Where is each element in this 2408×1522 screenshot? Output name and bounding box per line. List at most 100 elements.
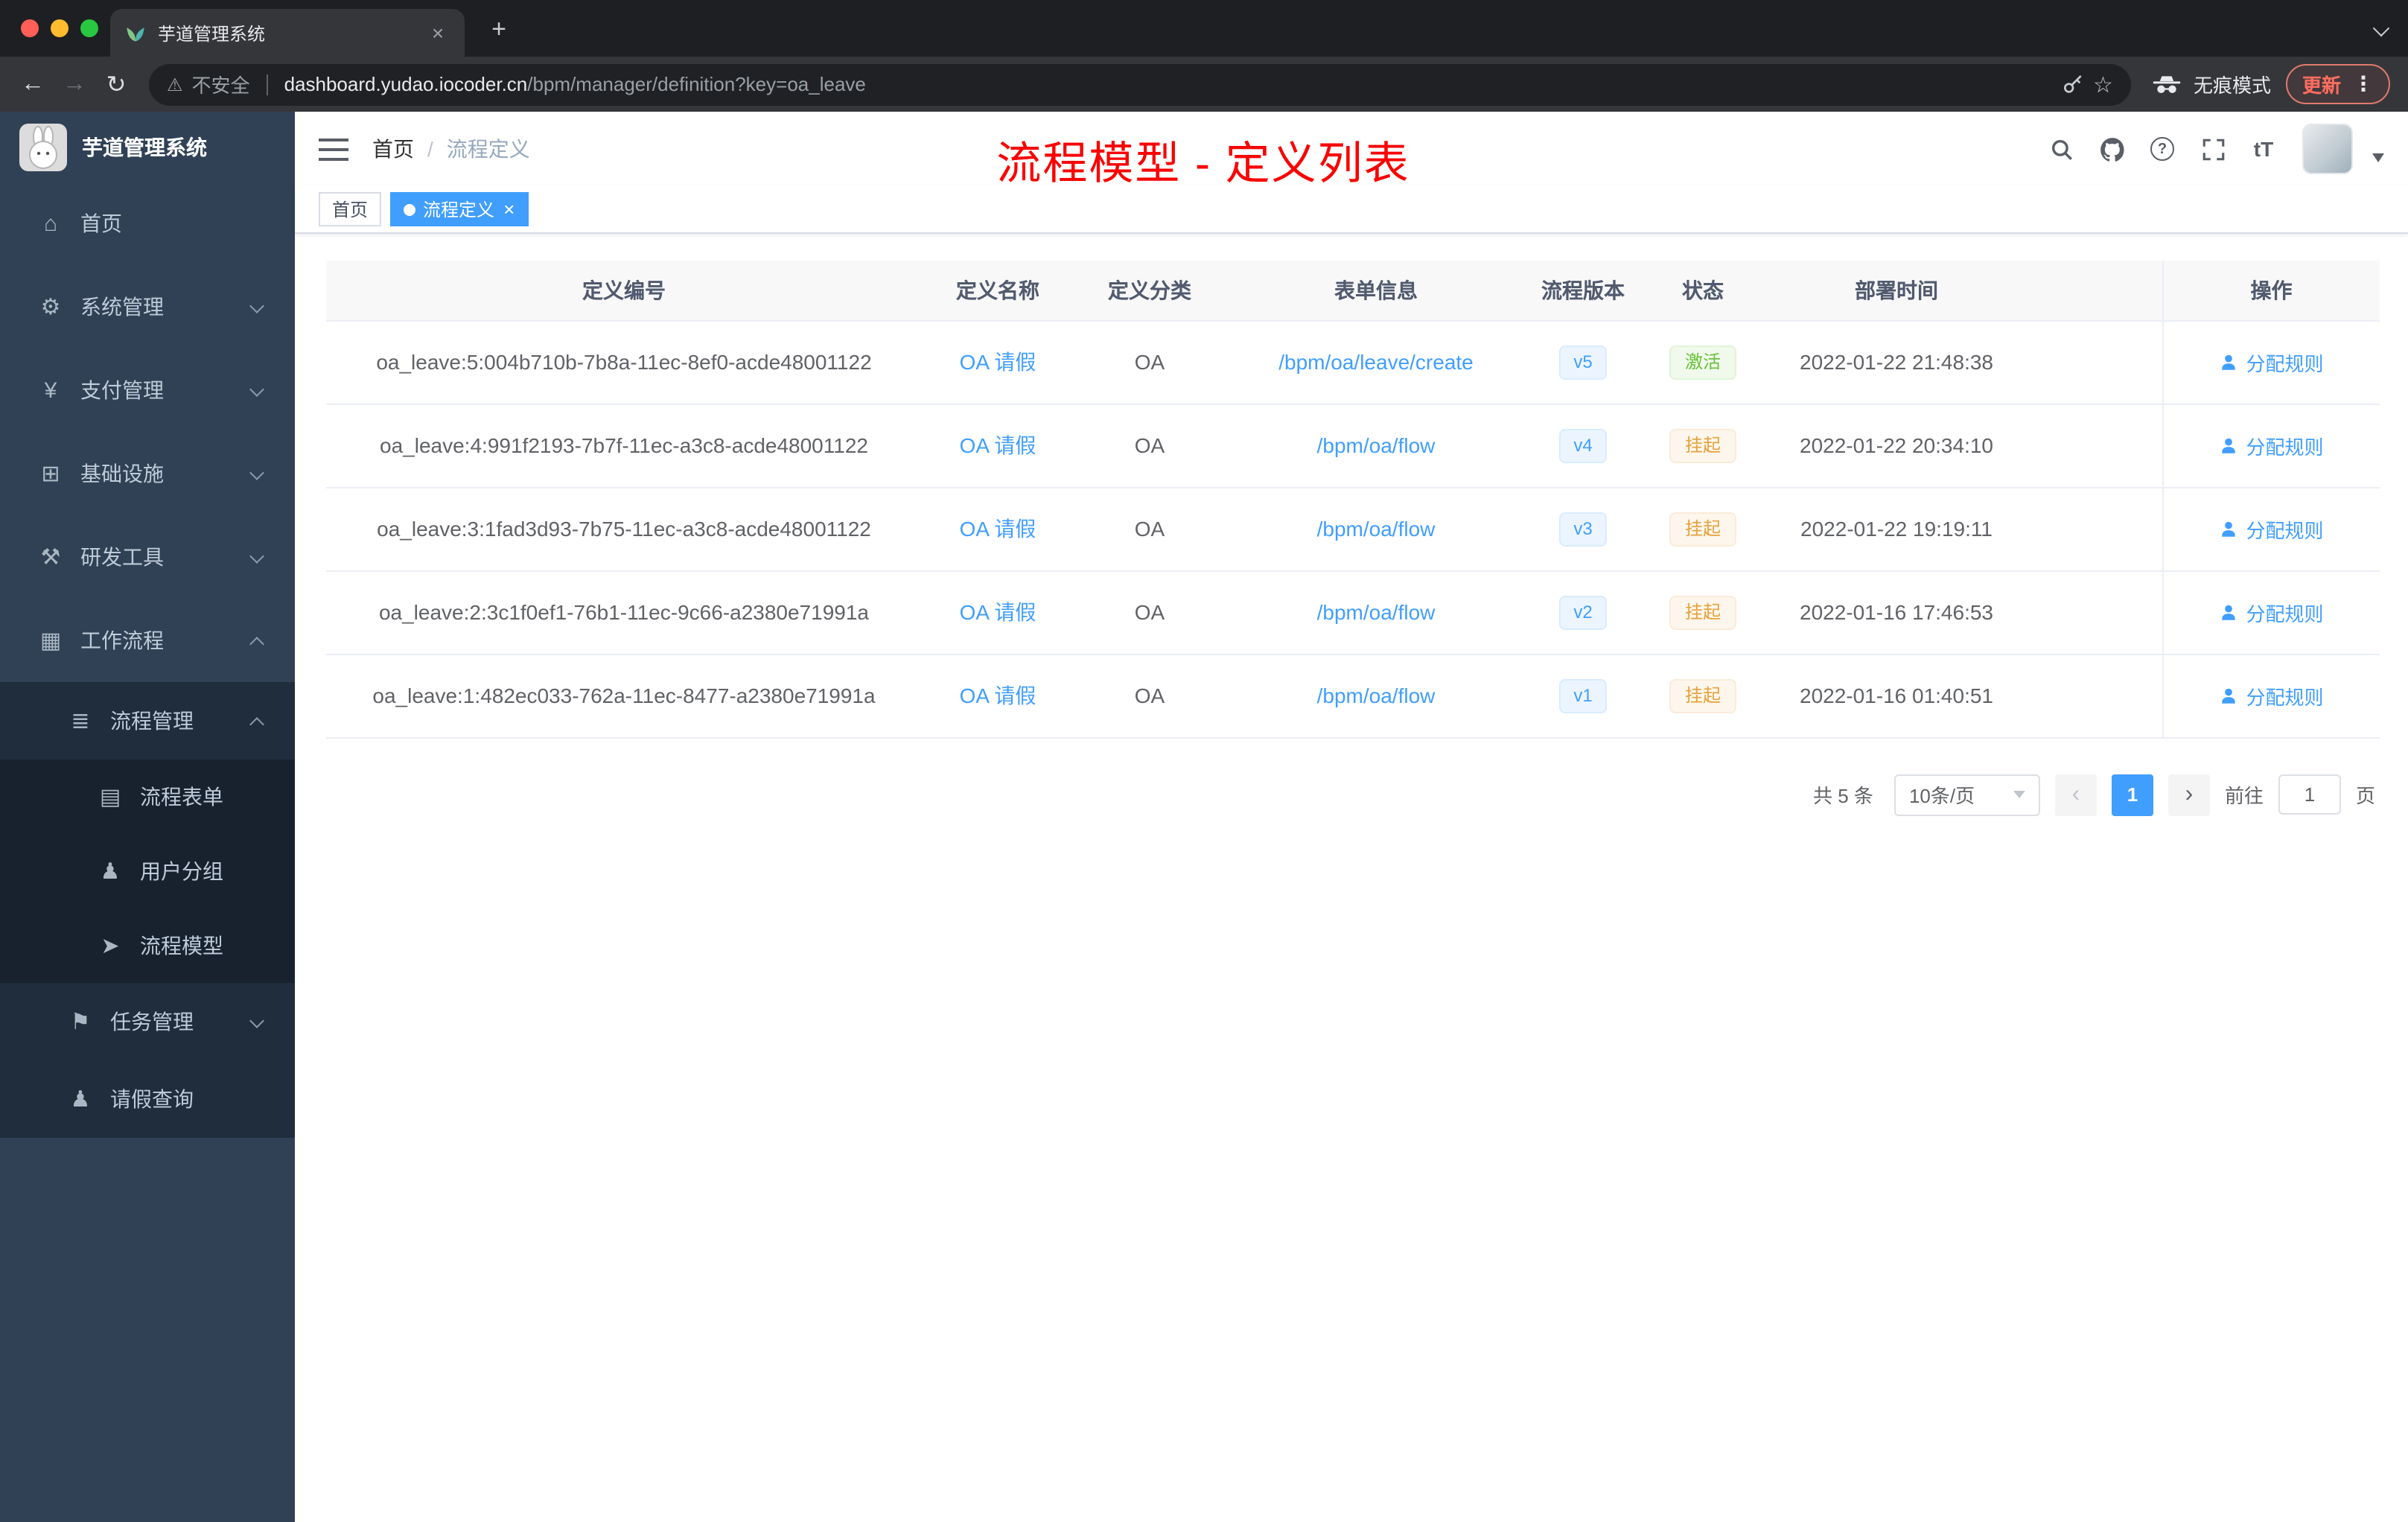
sidebar-item-process-model[interactable]: ➤ 流程模型 — [0, 908, 295, 983]
help-icon[interactable]: ? — [2143, 130, 2182, 168]
form-info-link[interactable]: /bpm/oa/flow — [1317, 600, 1436, 624]
chevron-down-icon — [249, 382, 264, 397]
sidebar-item-infrastructure[interactable]: ⊞ 基础设施 — [0, 432, 295, 515]
page-number-button[interactable]: 1 — [2111, 774, 2153, 815]
sidebar-item-label: 用户分组 — [140, 859, 223, 883]
breadcrumb-home[interactable]: 首页 — [372, 134, 414, 164]
sidebar-item-label: 基础设施 — [80, 462, 164, 485]
incognito-icon — [2152, 74, 2182, 95]
chevron-up-icon — [249, 717, 264, 732]
definition-id: oa_leave:2:3c1f0ef1-76b1-11ec-9c66-a2380… — [326, 570, 922, 655]
reload-button[interactable]: ↻ — [95, 63, 137, 105]
version-badge: v3 — [1558, 512, 1608, 546]
assign-rule-link[interactable]: 分配规则 — [2219, 348, 2324, 376]
minimize-window-button[interactable] — [51, 19, 69, 37]
hamburger-icon[interactable] — [319, 136, 348, 162]
assign-rule-link[interactable]: 分配规则 — [2219, 681, 2324, 710]
sidebar-logo[interactable]: 芋道管理系统 — [0, 112, 295, 182]
tag-close-icon[interactable]: × — [503, 198, 515, 220]
search-icon[interactable] — [2042, 130, 2080, 168]
sidebar-item-devtools[interactable]: ⚒ 研发工具 — [0, 515, 295, 599]
sidebar-item-system[interactable]: ⚙ 系统管理 — [0, 265, 295, 348]
form-info-link[interactable]: /bpm/oa/flow — [1317, 684, 1436, 707]
update-chip[interactable]: 更新 ⋮ — [2285, 64, 2390, 104]
user-avatar[interactable] — [2304, 125, 2351, 173]
tag-home[interactable]: 首页 — [319, 192, 382, 226]
sidebar-item-label: 工作流程 — [80, 628, 164, 652]
maximize-window-button[interactable] — [80, 19, 98, 37]
definition-name-link[interactable]: OA 请假 — [960, 517, 1036, 541]
definition-category: OA — [1074, 320, 1226, 404]
sidebar-item-label: 流程管理 — [110, 709, 194, 733]
chevron-down-icon — [249, 299, 264, 313]
deploy-time: 2022-01-22 20:34:10 — [1766, 404, 2027, 488]
sidebar-item-label: 首页 — [80, 211, 122, 235]
close-window-button[interactable] — [21, 19, 39, 37]
sidebar-item-workflow[interactable]: ▦ 工作流程 — [0, 599, 295, 682]
avatar-caret-icon[interactable] — [2372, 153, 2384, 162]
col-status: 状态 — [1640, 261, 1766, 321]
next-page-button[interactable]: › — [2167, 774, 2210, 815]
user-icon — [2222, 437, 2236, 453]
address-bar[interactable]: ⚠ 不安全 dashboard.yudao.iocoder.cn/bpm/man… — [149, 63, 2131, 105]
fullscreen-icon[interactable] — [2194, 130, 2232, 168]
user-icon — [2222, 520, 2236, 536]
flag-icon: ⚑ — [70, 1010, 91, 1035]
chevron-down-icon — [249, 465, 264, 480]
logo-avatar — [19, 123, 67, 171]
assign-rule-link[interactable]: 分配规则 — [2219, 515, 2324, 543]
sidebar-item-payment[interactable]: ¥ 支付管理 — [0, 348, 295, 432]
prev-page-button[interactable]: ‹ — [2054, 774, 2097, 815]
form-info-link[interactable]: /bpm/oa/leave/create — [1278, 350, 1474, 374]
version-badge: v5 — [1558, 345, 1608, 379]
document-icon: ▤ — [99, 785, 121, 810]
app-title: 芋道管理系统 — [82, 135, 207, 159]
password-key-icon[interactable] — [2060, 72, 2084, 96]
browser-menu-icon[interactable]: ⋮ — [2353, 71, 2374, 97]
font-size-icon[interactable]: tT — [2244, 130, 2283, 168]
definition-name-link[interactable]: OA 请假 — [960, 433, 1036, 457]
url-text: dashboard.yudao.iocoder.cn/bpm/manager/d… — [284, 73, 2051, 95]
deploy-time: 2022-01-16 17:46:53 — [1766, 570, 2027, 655]
sidebar-item-process-management[interactable]: ≣ 流程管理 — [0, 682, 295, 760]
forward-button[interactable]: → — [54, 63, 95, 105]
tag-process-definition[interactable]: 流程定义 × — [390, 192, 529, 226]
status-badge: 挂起 — [1669, 595, 1736, 629]
sidebar-item-leave-query[interactable]: ♟ 请假查询 — [0, 1060, 295, 1138]
chevron-up-icon — [249, 637, 264, 652]
sidebar-item-label: 请假查询 — [110, 1087, 194, 1111]
sidebar-item-label: 任务管理 — [110, 1010, 194, 1034]
definition-name-link[interactable]: OA 请假 — [960, 350, 1036, 374]
sidebar-item-task-management[interactable]: ⚑ 任务管理 — [0, 983, 295, 1060]
annotation-title: 流程模型 - 定义列表 — [996, 140, 1410, 189]
definition-category: OA — [1074, 570, 1226, 655]
assign-rule-link[interactable]: 分配规则 — [2219, 598, 2324, 626]
page-size-select[interactable]: 10条/页 — [1893, 774, 2040, 815]
table-row: oa_leave:1:482ec033-762a-11ec-8477-a2380… — [326, 654, 2380, 738]
new-tab-button[interactable]: + — [482, 13, 515, 46]
navbar-actions: ? tT — [2042, 125, 2384, 173]
sidebar-item-process-form[interactable]: ▤ 流程表单 — [0, 760, 295, 834]
github-icon[interactable] — [2092, 130, 2131, 168]
definition-name-link[interactable]: OA 请假 — [960, 600, 1036, 624]
col-definition-id: 定义编号 — [326, 261, 922, 321]
version-badge: v4 — [1558, 428, 1608, 462]
status-badge: 挂起 — [1669, 678, 1736, 713]
definition-category: OA — [1074, 487, 1226, 571]
tab-search-chevron-icon[interactable] — [2372, 19, 2390, 37]
goto-page-input[interactable] — [2278, 774, 2341, 815]
sidebar-item-user-group[interactable]: ♟ 用户分组 — [0, 834, 295, 908]
form-info-link[interactable]: /bpm/oa/flow — [1317, 517, 1436, 541]
browser-window: 芋道管理系统 × + ← → ↻ ⚠ 不安全 dashboard.yudao.i… — [0, 0, 2408, 1522]
sidebar-item-home[interactable]: ⌂ 首页 — [0, 182, 295, 265]
tab-close-icon[interactable]: × — [426, 21, 450, 45]
incognito-indicator: 无痕模式 — [2152, 70, 2271, 98]
security-label: 不安全 — [191, 74, 250, 97]
definition-name-link[interactable]: OA 请假 — [960, 684, 1036, 707]
deploy-time: 2022-01-16 01:40:51 — [1766, 654, 2027, 738]
assign-rule-link[interactable]: 分配规则 — [2219, 431, 2324, 459]
browser-tab[interactable]: 芋道管理系统 × — [110, 9, 465, 57]
bookmark-star-icon[interactable]: ☆ — [2093, 71, 2113, 98]
back-button[interactable]: ← — [12, 63, 54, 105]
form-info-link[interactable]: /bpm/oa/flow — [1317, 433, 1436, 457]
